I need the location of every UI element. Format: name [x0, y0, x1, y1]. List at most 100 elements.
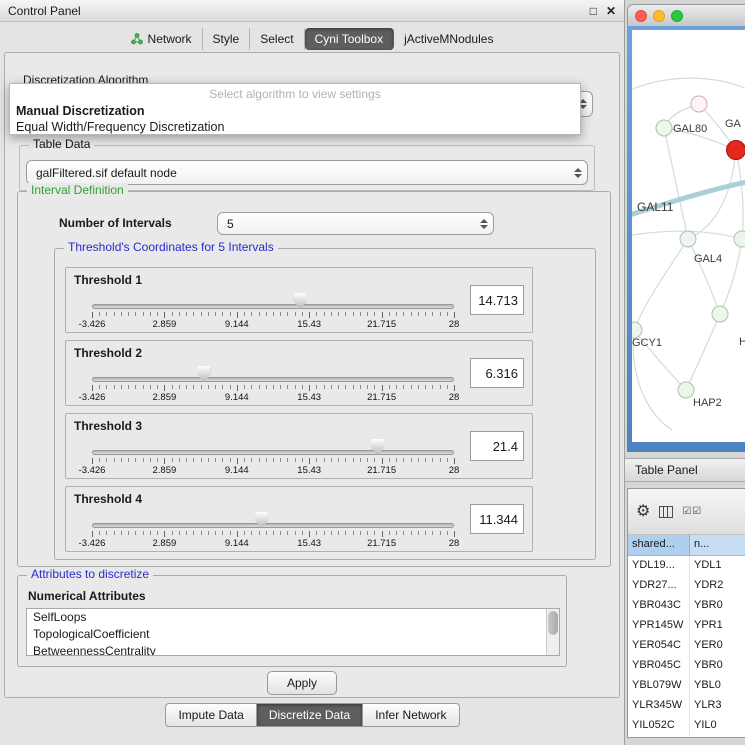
- tick-mark: [273, 531, 274, 535]
- network-icon: [131, 33, 143, 45]
- attributes-scrollbar[interactable]: [546, 609, 559, 655]
- tab-infer-network[interactable]: Infer Network: [363, 703, 459, 727]
- table-row[interactable]: YBR043C YBR0: [628, 596, 745, 616]
- threshold-slider[interactable]: -3.4262.8599.14415.4321.71528: [92, 487, 454, 551]
- network-node[interactable]: [712, 306, 728, 322]
- scale-label: 9.144: [225, 392, 249, 403]
- tick-mark: [193, 312, 194, 316]
- tab-network[interactable]: Network: [121, 28, 203, 50]
- tick-mark: [418, 531, 419, 535]
- threshold-value-field[interactable]: 14.713: [470, 285, 524, 315]
- list-item[interactable]: BetweennessCentrality: [27, 643, 559, 656]
- close-icon[interactable]: ✕: [606, 4, 616, 18]
- table-row[interactable]: YIL052C YIL0: [628, 716, 745, 736]
- zoom-button[interactable]: [671, 10, 683, 22]
- network-node-gcy1[interactable]: [632, 322, 642, 338]
- tick-mark: [287, 458, 288, 462]
- network-node[interactable]: [734, 231, 745, 247]
- tab-label: Impute Data: [178, 708, 243, 722]
- tick-mark: [135, 458, 136, 462]
- tick-mark: [215, 458, 216, 462]
- close-button[interactable]: [635, 10, 647, 22]
- tick-mark: [454, 458, 455, 464]
- tab-discretize-data[interactable]: Discretize Data: [257, 703, 363, 727]
- tick-mark: [251, 385, 252, 389]
- tick-mark: [309, 385, 310, 391]
- network-node-gal4[interactable]: [680, 231, 696, 247]
- tab-jactivemnodules[interactable]: jActiveMNodules: [394, 28, 503, 50]
- tick-mark: [251, 312, 252, 316]
- slider-track[interactable]: [92, 304, 454, 309]
- tick-mark: [454, 312, 455, 318]
- tab-cyni-toolbox[interactable]: Cyni Toolbox: [305, 28, 394, 50]
- threshold-slider[interactable]: -3.4262.8599.14415.4321.71528: [92, 414, 454, 478]
- column-header-shared-name[interactable]: shared...: [628, 535, 690, 555]
- column-header-name[interactable]: n...: [690, 535, 745, 555]
- scrollbar-thumb[interactable]: [548, 611, 558, 635]
- tick-mark: [237, 531, 238, 537]
- threshold-value-field[interactable]: 6.316: [470, 358, 524, 388]
- threshold-slider[interactable]: -3.4262.8599.14415.4321.71528: [92, 341, 454, 405]
- slider-track[interactable]: [92, 450, 454, 455]
- slider-track[interactable]: [92, 523, 454, 528]
- cell-name: YDL1: [690, 556, 745, 576]
- tick-mark: [164, 312, 165, 318]
- dropdown-option-manual-discretization[interactable]: Manual Discretization: [10, 103, 580, 119]
- table-row[interactable]: YBL079W YBL0: [628, 676, 745, 696]
- apply-button[interactable]: Apply: [267, 671, 337, 695]
- tick-mark: [367, 531, 368, 535]
- combo-stepper-icon: [574, 168, 582, 178]
- tab-select[interactable]: Select: [250, 28, 304, 50]
- cell-name: YBL0: [690, 676, 745, 696]
- table-data-combo[interactable]: galFiltered.sif default node: [26, 160, 588, 185]
- tick-mark: [186, 458, 187, 462]
- tick-mark: [425, 312, 426, 316]
- list-item[interactable]: TopologicalCoefficient: [27, 626, 559, 643]
- table-row[interactable]: YDL19... YDL1: [628, 556, 745, 576]
- network-node-hap2[interactable]: [678, 382, 694, 398]
- table-toolbar: ⚙ ☑☑: [628, 489, 745, 535]
- threshold-slider[interactable]: -3.4262.8599.14415.4321.71528: [92, 268, 454, 332]
- network-node[interactable]: [727, 141, 745, 160]
- gear-icon[interactable]: ⚙: [636, 504, 650, 520]
- network-edge: [664, 128, 688, 239]
- tick-mark: [186, 385, 187, 389]
- network-canvas[interactable]: GAL80GAGAL11GAL4GCY1HHAP2: [632, 30, 745, 442]
- tick-mark: [345, 312, 346, 316]
- tick-mark: [273, 458, 274, 462]
- threshold-row: Threshold 1 -3.4262.8599.14415.4321.7152…: [65, 267, 533, 333]
- dropdown-option-equal-width-frequency[interactable]: Equal Width/Frequency Discretization: [10, 119, 580, 135]
- columns-icon[interactable]: [659, 506, 673, 518]
- network-node[interactable]: [691, 96, 707, 112]
- tick-mark: [403, 458, 404, 462]
- minimize-icon[interactable]: □: [590, 4, 597, 18]
- cell-shared-name: YER054C: [628, 636, 690, 656]
- tick-mark: [316, 458, 317, 462]
- tick-mark: [338, 458, 339, 462]
- network-edge: [736, 150, 743, 239]
- list-item[interactable]: SelfLoops: [27, 609, 559, 626]
- select-columns-icons[interactable]: ☑☑: [682, 507, 702, 517]
- table-row[interactable]: YER054C YER0: [628, 636, 745, 656]
- threshold-value-field[interactable]: 11.344: [470, 504, 524, 534]
- tick-mark: [280, 458, 281, 462]
- table-row[interactable]: YLR345W YLR3: [628, 696, 745, 716]
- tick-mark: [179, 385, 180, 389]
- tick-mark: [150, 531, 151, 535]
- tick-mark: [331, 312, 332, 316]
- tick-mark: [396, 531, 397, 535]
- num-intervals-combo[interactable]: 5: [217, 212, 494, 235]
- tab-impute-data[interactable]: Impute Data: [165, 703, 256, 727]
- network-node-gal80[interactable]: [656, 120, 672, 136]
- tick-mark: [266, 385, 267, 389]
- table-row[interactable]: YPR145W YPR1: [628, 616, 745, 636]
- slider-track[interactable]: [92, 377, 454, 382]
- minimize-button[interactable]: [653, 10, 665, 22]
- threshold-value-field[interactable]: 21.4: [470, 431, 524, 461]
- tab-style[interactable]: Style: [203, 28, 251, 50]
- table-row[interactable]: YBR045C YBR0: [628, 656, 745, 676]
- table-row[interactable]: YDR27... YDR2: [628, 576, 745, 596]
- tick-mark: [179, 531, 180, 535]
- numerical-attributes-list[interactable]: SelfLoops TopologicalCoefficient Between…: [26, 608, 560, 656]
- tab-label: Infer Network: [375, 708, 446, 722]
